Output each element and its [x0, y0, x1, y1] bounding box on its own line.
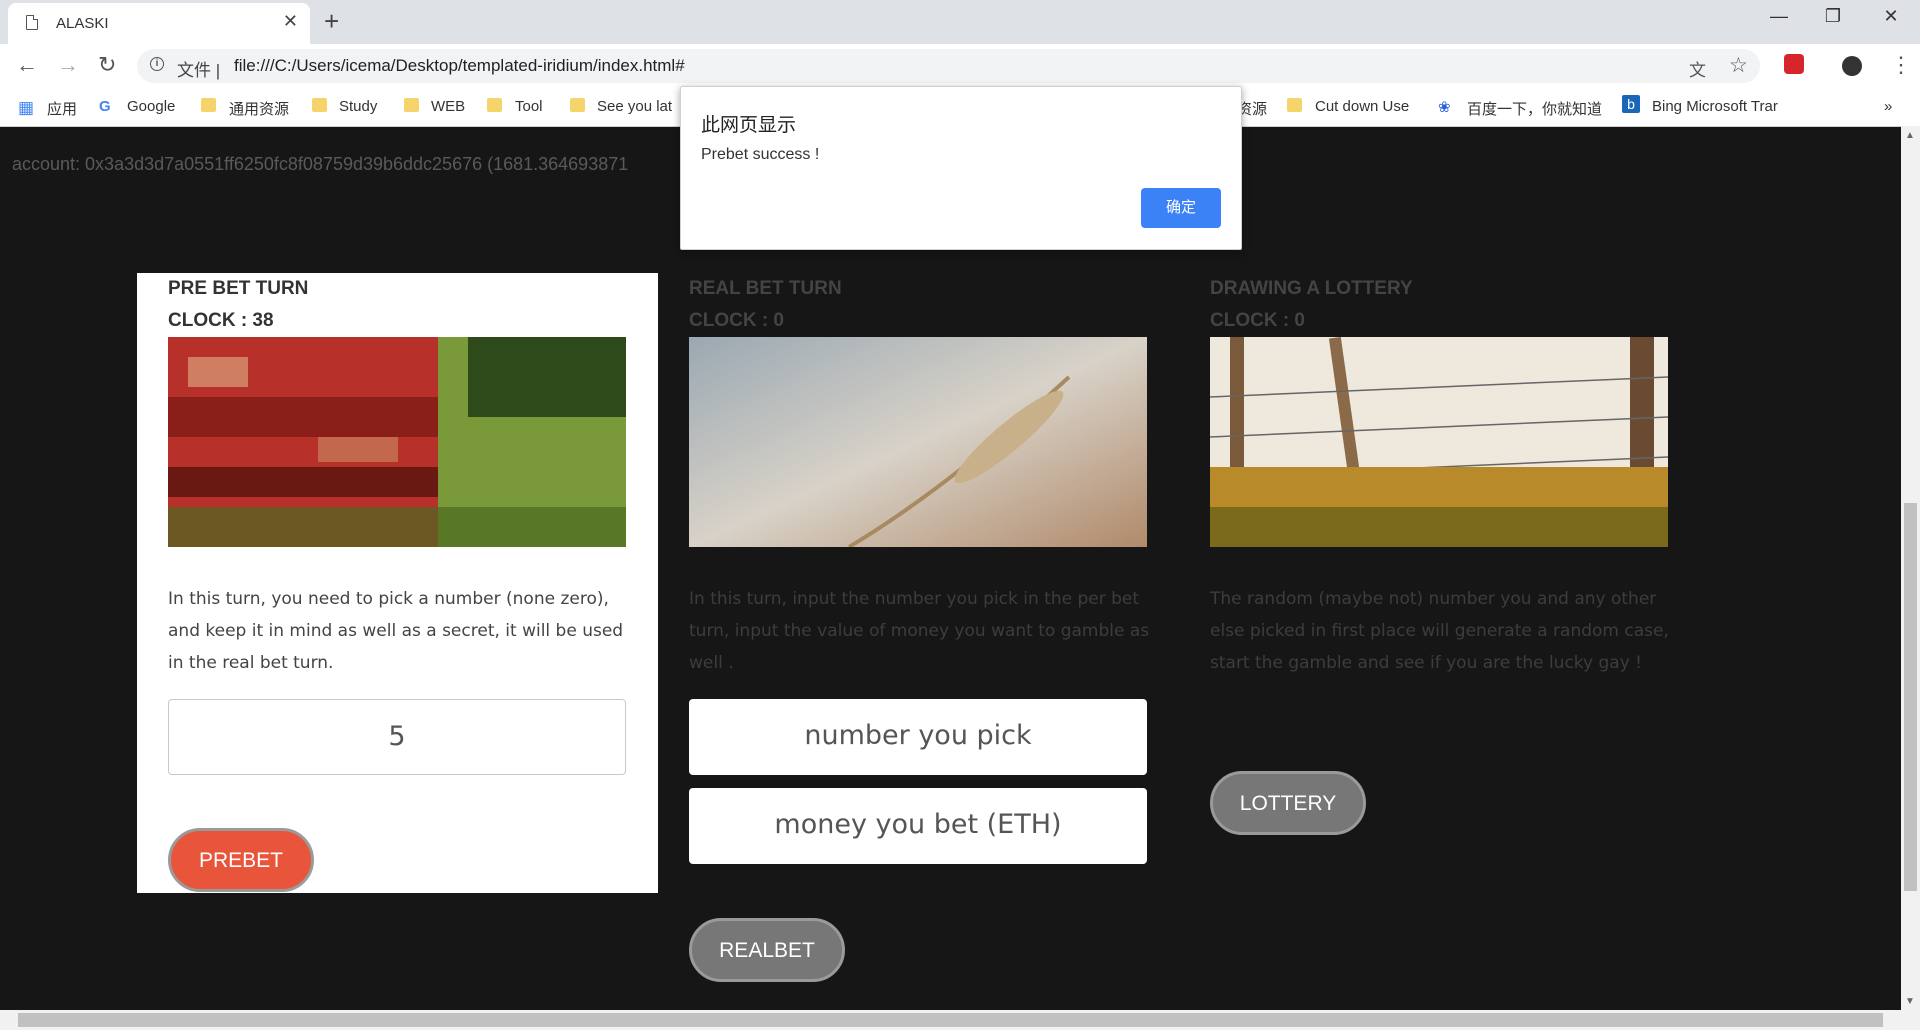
- card-clock: CLOCK : 0: [1210, 310, 1305, 331]
- info-icon[interactable]: i: [150, 57, 164, 71]
- bookmark-resources[interactable]: 通用资源: [229, 98, 289, 119]
- horizontal-scroll-thumb[interactable]: [18, 1013, 1883, 1027]
- card-title: DRAWING A LOTTERY: [1210, 278, 1413, 299]
- folder-icon: [312, 98, 327, 112]
- tab-title: ALASKI: [56, 15, 109, 32]
- card-description: In this turn, you need to pick a number …: [168, 589, 624, 673]
- bookmark-google[interactable]: Google: [127, 98, 175, 115]
- new-tab-button[interactable]: +: [324, 6, 339, 37]
- minimize-icon[interactable]: —: [1756, 6, 1802, 27]
- window-close-icon[interactable]: ✕: [1868, 6, 1914, 27]
- folder-icon: [487, 98, 502, 112]
- money-bet-input[interactable]: money you bet (ETH): [689, 788, 1147, 864]
- realbet-card: REAL BET TURN CLOCK : 0 In this turn, in…: [658, 273, 1179, 993]
- page-icon: [26, 15, 38, 30]
- card-title: REAL BET TURN: [689, 278, 842, 299]
- close-tab-icon[interactable]: ✕: [283, 11, 298, 32]
- folder-icon: [570, 98, 585, 112]
- extension-icon[interactable]: [1784, 54, 1804, 74]
- card-description: In this turn, input the number you pick …: [689, 589, 1150, 673]
- profile-avatar[interactable]: [1842, 56, 1862, 76]
- apps-icon[interactable]: ▦: [18, 98, 34, 118]
- card-title: PRE BET TURN: [168, 278, 309, 299]
- dialog-title: 此网页显示: [701, 115, 797, 136]
- bookmark-baidu[interactable]: 百度一下，你就知道: [1467, 98, 1602, 119]
- menu-icon[interactable]: ⋮: [1890, 52, 1912, 78]
- bookmark-see-you-later[interactable]: See you lat: [597, 98, 672, 115]
- card-description: The random (maybe not) number you and an…: [1210, 589, 1669, 673]
- scroll-down-icon[interactable]: ▼: [1905, 996, 1915, 1007]
- prebet-button[interactable]: PREBET: [168, 828, 314, 892]
- translate-icon[interactable]: 文: [1689, 56, 1706, 81]
- bookmark-star-icon[interactable]: ☆: [1729, 53, 1748, 78]
- card-clock: CLOCK : 38: [168, 310, 274, 331]
- address-bar[interactable]: i 文件 | file:///C:/Users/icema/Desktop/te…: [137, 49, 1760, 83]
- card-clock: CLOCK : 0: [689, 310, 784, 331]
- back-icon[interactable]: ←: [16, 52, 38, 78]
- account-info: account: 0x3a3d3d7a0551ff6250fc8f08759d3…: [12, 154, 629, 174]
- folder-icon: [201, 98, 216, 112]
- rusty-barrel-image: [168, 337, 626, 547]
- more-bookmarks-icon[interactable]: »: [1884, 98, 1892, 115]
- ok-button[interactable]: 确定: [1141, 188, 1221, 228]
- vertical-scroll-thumb[interactable]: [1904, 503, 1917, 891]
- folder-icon: [1287, 98, 1302, 112]
- bing-icon: b: [1622, 95, 1640, 113]
- bookmark-web[interactable]: WEB: [431, 98, 465, 115]
- scroll-up-icon[interactable]: ▲: [1905, 130, 1915, 141]
- prebet-number-input[interactable]: 5: [168, 699, 626, 775]
- browser-tab[interactable]: ALASKI ✕: [8, 3, 310, 44]
- file-label: 文件 |: [177, 61, 221, 80]
- bookmark-bing[interactable]: Bing Microsoft Trar: [1652, 98, 1778, 115]
- lottery-card: DRAWING A LOTTERY CLOCK : 0 The random (…: [1179, 273, 1700, 835]
- baidu-icon: ❀: [1438, 99, 1451, 116]
- wheat-image: [689, 337, 1147, 547]
- realbet-button[interactable]: REALBET: [689, 918, 845, 982]
- bookmark-cut-down-use[interactable]: Cut down Use: [1315, 98, 1409, 115]
- alert-dialog: 此网页显示 Prebet success ! 确定: [680, 86, 1242, 250]
- forward-icon[interactable]: →: [57, 52, 79, 78]
- dialog-message: Prebet success !: [701, 146, 820, 163]
- prebet-card: PRE BET TURN CLOCK : 38 In this turn, yo…: [137, 273, 658, 893]
- bookmark-study[interactable]: Study: [339, 98, 377, 115]
- reload-icon[interactable]: ↻: [98, 52, 116, 78]
- lottery-button[interactable]: LOTTERY: [1210, 771, 1366, 835]
- url-text[interactable]: file:///C:/Users/icema/Desktop/templated…: [234, 56, 685, 76]
- folder-icon: [404, 98, 419, 112]
- restore-icon[interactable]: ❐: [1810, 6, 1856, 27]
- bookmark-tool[interactable]: Tool: [515, 98, 543, 115]
- google-icon: G: [99, 98, 111, 115]
- bookmark-apps[interactable]: 应用: [47, 98, 77, 119]
- number-you-pick-input[interactable]: number you pick: [689, 699, 1147, 775]
- fence-grass-image: [1210, 337, 1668, 547]
